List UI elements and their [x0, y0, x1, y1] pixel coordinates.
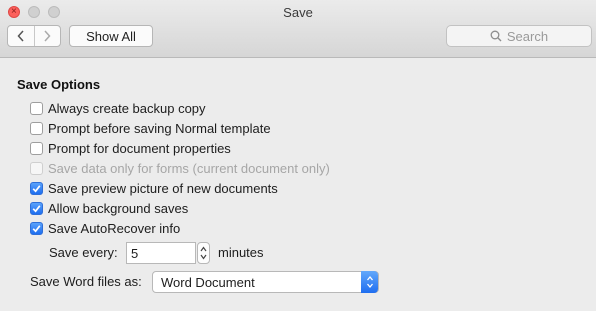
checkmark-icon: [32, 224, 41, 232]
stepper-arrows-icon: [200, 246, 207, 260]
show-all-button[interactable]: Show All: [69, 25, 153, 47]
option-row[interactable]: Allow background saves: [30, 200, 188, 216]
save-every-label: Save every:: [49, 245, 118, 260]
option-row: Save data only for forms (current docume…: [30, 160, 330, 176]
checkbox[interactable]: [30, 201, 43, 215]
minutes-unit-label: minutes: [218, 245, 264, 260]
autorecover-minutes-input[interactable]: 5: [126, 242, 196, 264]
checkbox: [30, 161, 43, 175]
option-row[interactable]: Prompt before saving Normal template: [30, 120, 271, 136]
option-label: Prompt before saving Normal template: [48, 120, 271, 136]
checkbox[interactable]: [30, 121, 43, 135]
forward-button[interactable]: [33, 26, 61, 46]
option-label: Save data only for forms (current docume…: [48, 160, 330, 176]
chevron-right-icon: [44, 30, 51, 42]
chevron-left-icon: [17, 30, 24, 42]
checkbox[interactable]: [30, 181, 43, 195]
option-label: Allow background saves: [48, 200, 189, 216]
search-field[interactable]: Search: [446, 25, 592, 47]
window-titlebar: × Save Show All Search: [0, 0, 596, 58]
search-icon: [490, 30, 502, 42]
option-label: Prompt for document properties: [48, 140, 231, 156]
option-row[interactable]: Save preview picture of new documents: [30, 180, 278, 196]
select-arrows: [361, 271, 378, 293]
option-row[interactable]: Prompt for document properties: [30, 140, 231, 156]
checkmark-icon: [32, 184, 41, 192]
up-down-chevron-icon: [366, 275, 373, 289]
minutes-stepper[interactable]: [197, 242, 210, 264]
option-row[interactable]: Always create backup copy: [30, 100, 206, 116]
section-title: Save Options: [17, 77, 101, 92]
save-format-value: Word Document: [161, 274, 255, 290]
search-placeholder: Search: [506, 28, 549, 44]
back-button[interactable]: [8, 26, 34, 46]
save-format-label: Save Word files as:: [30, 274, 142, 289]
checkbox[interactable]: [30, 141, 43, 155]
window-title: Save: [283, 5, 313, 20]
option-label: Save preview picture of new documents: [48, 180, 278, 196]
save-format-select[interactable]: Word Document: [152, 271, 379, 293]
checkbox[interactable]: [30, 221, 43, 235]
option-label: Always create backup copy: [48, 100, 206, 116]
checkmark-icon: [32, 204, 41, 212]
navigation-buttons: [7, 25, 61, 47]
checkbox[interactable]: [30, 101, 43, 115]
option-row[interactable]: Save AutoRecover info: [30, 220, 180, 236]
option-label: Save AutoRecover info: [48, 220, 181, 236]
